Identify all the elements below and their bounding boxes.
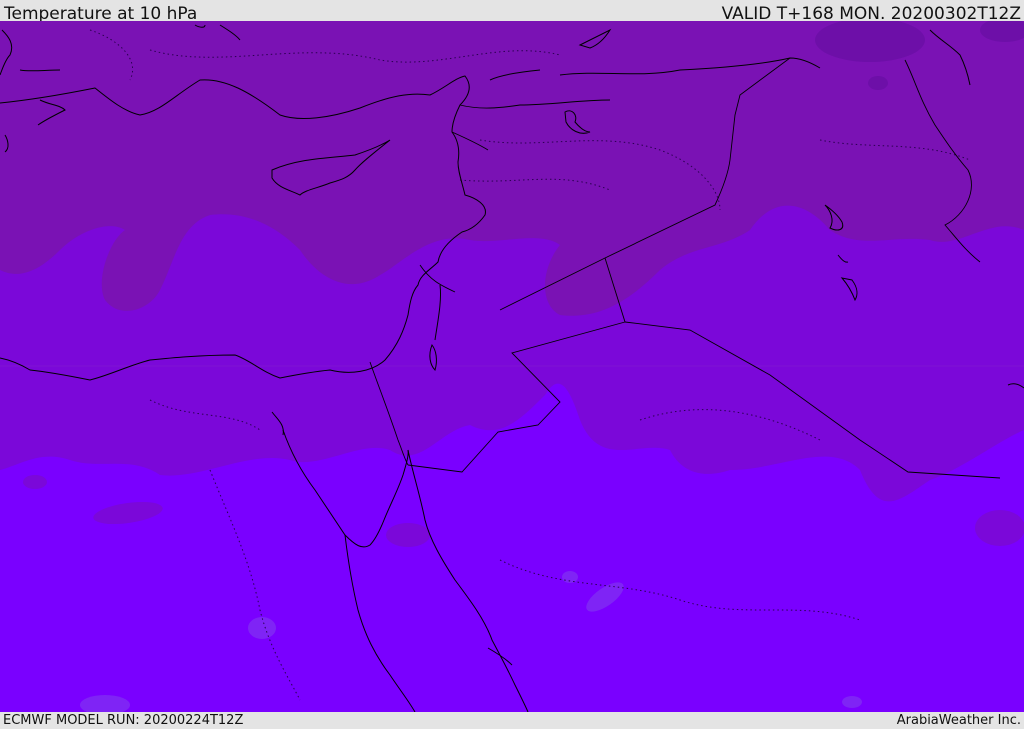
model-run-label: ECMWF MODEL RUN: 20200224T12Z bbox=[3, 713, 244, 728]
mid-patch bbox=[23, 475, 47, 489]
warm-patch bbox=[842, 696, 862, 708]
credit-label: ArabiaWeather Inc. bbox=[896, 713, 1021, 728]
header-bar: Temperature at 10 hPa VALID T+168 MON. 2… bbox=[0, 0, 1024, 24]
cold-patch bbox=[868, 76, 888, 90]
weather-map bbox=[0, 21, 1024, 712]
mid-patch bbox=[975, 510, 1024, 546]
footer-bar: ECMWF MODEL RUN: 20200224T12Z ArabiaWeat… bbox=[0, 712, 1024, 729]
mid-patch bbox=[386, 523, 430, 547]
warm-patch bbox=[248, 617, 276, 639]
